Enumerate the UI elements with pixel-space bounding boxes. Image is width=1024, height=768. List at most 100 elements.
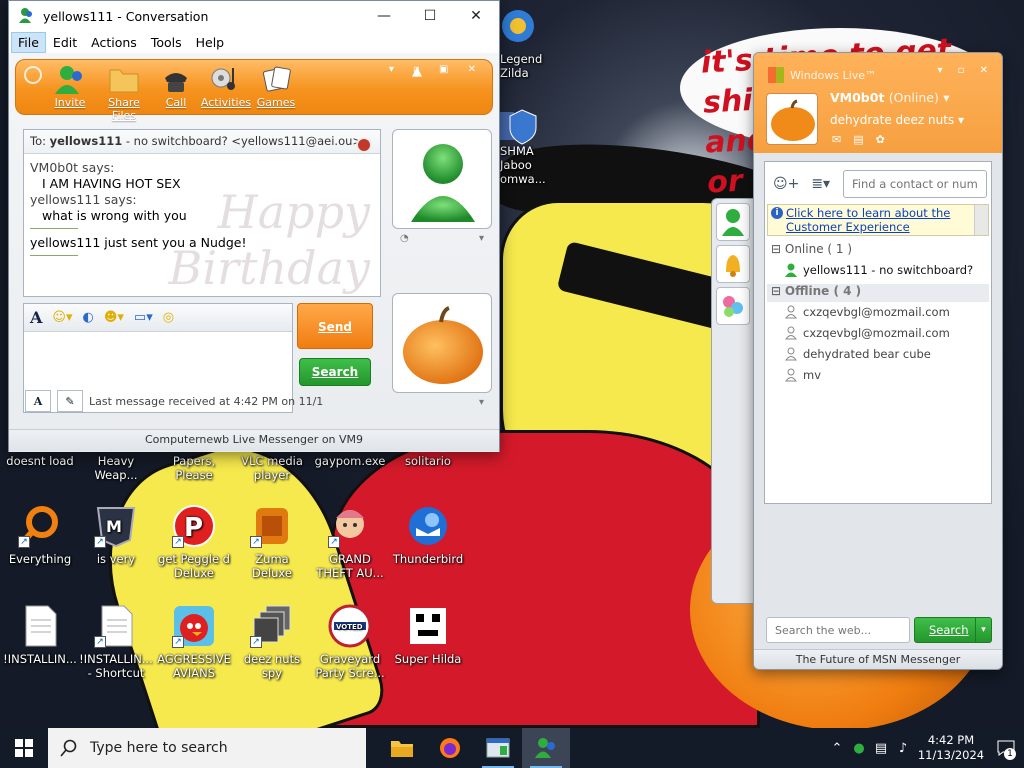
call-button[interactable]: Call [148, 64, 204, 109]
customer-experience-link[interactable]: i Click here to learn about the Customer… [767, 204, 989, 236]
desktop-icon-solitario[interactable]: solitario [390, 454, 466, 468]
shortcut-arrow-icon: ↗ [18, 536, 30, 548]
to-name[interactable]: yellows111 [50, 134, 123, 148]
taskbar-file-explorer[interactable] [378, 728, 426, 768]
pixel-icon [406, 604, 450, 648]
desktop-icon-installing[interactable]: !INSTALLIN... [2, 604, 78, 666]
volume-icon[interactable]: ♪ [892, 741, 914, 756]
banner-scrollbar[interactable] [974, 205, 988, 235]
contact-online[interactable]: yellows111 - no switchboard? [785, 263, 973, 277]
menu-actions[interactable]: Actions [84, 32, 144, 53]
taskbar-messenger[interactable] [522, 728, 570, 768]
chevron-down-icon[interactable]: ▾ [479, 397, 484, 408]
desktop-icon-vlc[interactable]: VLC media player [234, 454, 310, 482]
desktop-icon-deez-nuts-spy[interactable]: ↗ deez nuts spy [234, 604, 310, 680]
start-button[interactable] [0, 728, 48, 768]
message-history-panel[interactable]: To: yellows111 - no switchboard? <yellow… [23, 129, 381, 297]
messenger-tray-icon[interactable]: ● [848, 741, 870, 756]
buddy-avatar-icon [411, 144, 475, 222]
handwriting-icon[interactable]: ✎ [57, 390, 83, 412]
contact-picture-controls[interactable]: ◔ ▾ [392, 233, 492, 253]
desktop-icon-doesnt-load[interactable]: doesnt load [2, 454, 78, 468]
desktop-icon-gta[interactable]: ↗ GRAND THEFT AU... [312, 504, 388, 580]
status-label[interactable]: (Online) [889, 90, 939, 105]
webcam-icon[interactable]: ◔ [400, 233, 409, 253]
personal-message[interactable]: dehydrate deez nuts ▾ [830, 113, 964, 127]
contact-offline[interactable]: cxzqevbgl@mozmail.com [785, 326, 950, 340]
games-button[interactable]: Games [248, 64, 304, 109]
desktop-icon-zuma[interactable]: ↗ Zuma Deluxe [234, 504, 310, 580]
alerts-tab[interactable] [716, 245, 750, 283]
voice-clip-icon[interactable]: ◐ [83, 310, 94, 325]
my-picture-controls[interactable]: ▾ [392, 397, 492, 417]
network-icon[interactable]: ▤ [870, 741, 892, 756]
my-picture[interactable] [766, 93, 818, 145]
desktop-icon-thunderbird[interactable]: Thunderbird [390, 504, 466, 566]
chevron-up-icon[interactable]: ⌃ [826, 741, 848, 756]
desktop-icon-aggressive-avians[interactable]: ↗ AGGRESSIVE AVIANS [156, 604, 232, 680]
web-search-input[interactable] [766, 617, 910, 643]
my-display-picture[interactable] [392, 293, 492, 393]
menu-edit[interactable]: Edit [46, 32, 84, 53]
desktop-icon-papers-please[interactable]: Papers, Please [156, 454, 232, 482]
font-icon[interactable]: A [30, 308, 42, 327]
spaces-icon[interactable]: ▤ [853, 133, 863, 146]
conversation-titlebar[interactable]: yellows111 - Conversation — ☐ ✕ [9, 1, 499, 31]
display-name[interactable]: VM0b0t (Online) ▾ [830, 90, 950, 105]
desktop-icon-gaypom[interactable]: gaypom.exe [312, 454, 388, 468]
close-button[interactable]: ✕ [453, 1, 499, 31]
web-search-button[interactable]: Search ▾ [914, 617, 992, 643]
nudge-icon[interactable]: ◎ [163, 310, 174, 325]
group-offline[interactable]: ⊟ Offline ( 4 ) [767, 284, 989, 302]
add-contact-icon[interactable]: ☺+ [773, 176, 799, 192]
contact-offline[interactable]: cxzqevbgl@mozmail.com [785, 305, 950, 319]
desktop-icon-super-hilda[interactable]: Super Hilda [390, 604, 466, 666]
messenger-header: Windows Live™ ▾ ▫ ✕ VM0b0t (Online) ▾ de… [754, 53, 1002, 153]
taskbar-firefox[interactable] [426, 728, 474, 768]
contact-search-input[interactable] [843, 170, 987, 198]
desktop-icon-everything[interactable]: ↗ Everything [2, 504, 78, 566]
invite-button[interactable]: Invite [42, 64, 98, 109]
last-message-status: Last message received at 4:42 PM on 11/1 [89, 394, 324, 408]
wink-icon[interactable]: ☻▾ [104, 310, 124, 325]
desktop-icon-is-very[interactable]: M ↗ is very [78, 504, 154, 566]
msn-today-icon[interactable]: ✿ [876, 133, 885, 146]
mail-icon[interactable]: ✉ [832, 133, 841, 146]
taskbar-window-app[interactable] [474, 728, 522, 768]
emoticon-icon[interactable]: ☺▾ [52, 310, 72, 325]
back-circle-icon[interactable] [24, 66, 42, 84]
flowers-tab[interactable] [716, 287, 750, 325]
desktop-icon-installing-shortcut[interactable]: ↗ !INSTALLIN... - Shortcut [78, 604, 154, 680]
contact-display-picture[interactable] [392, 129, 492, 229]
search-button[interactable]: Search [299, 358, 371, 386]
block-icon[interactable] [356, 137, 372, 153]
group-online[interactable]: ⊟ Online ( 1 ) [767, 242, 989, 260]
pumpkin-avatar-icon [403, 306, 483, 384]
clock[interactable]: 4:42 PM 11/13/2024 [914, 733, 988, 763]
list-options-icon[interactable]: ≣▾ [811, 176, 830, 192]
notification-icon[interactable]: 1 [988, 728, 1024, 768]
desktop-icon-peggle[interactable]: P ↗ get Peggle d Deluxe [156, 504, 232, 580]
toolbar-window-controls[interactable]: ▾ ▫ ▣ ✕ [389, 64, 484, 75]
menu-tools[interactable]: Tools [144, 32, 189, 53]
sender-line: VM0b0t says: [30, 160, 115, 175]
maximize-button[interactable]: ☐ [407, 1, 453, 31]
desktop-icon-heavy-weapon[interactable]: Heavy Weap... [78, 454, 154, 482]
send-button[interactable]: Send [297, 303, 373, 349]
desktop-icon-graveyard-party[interactable]: VOTED Graveyard Party Scre... [312, 604, 388, 680]
taskbar-search[interactable]: Type here to search [48, 728, 366, 768]
offline-buddy-icon [785, 347, 797, 361]
chevron-down-icon[interactable]: ▾ [975, 618, 991, 642]
background-icon[interactable]: ▭▾ [134, 310, 153, 325]
menu-help[interactable]: Help [189, 32, 232, 53]
menu-file[interactable]: File [11, 31, 46, 53]
minimize-button[interactable]: — [361, 1, 407, 31]
share-files-button[interactable]: Share Files [96, 64, 152, 122]
contacts-tab[interactable] [716, 203, 750, 241]
window-controls[interactable]: ▾ ▫ ✕ [937, 65, 994, 76]
contact-offline[interactable]: mv [785, 368, 821, 382]
activities-button[interactable]: Activities [198, 64, 254, 109]
contact-offline[interactable]: dehydrated bear cube [785, 347, 931, 361]
chevron-down-icon[interactable]: ▾ [479, 233, 484, 253]
font-style-icon[interactable]: A [25, 390, 51, 412]
